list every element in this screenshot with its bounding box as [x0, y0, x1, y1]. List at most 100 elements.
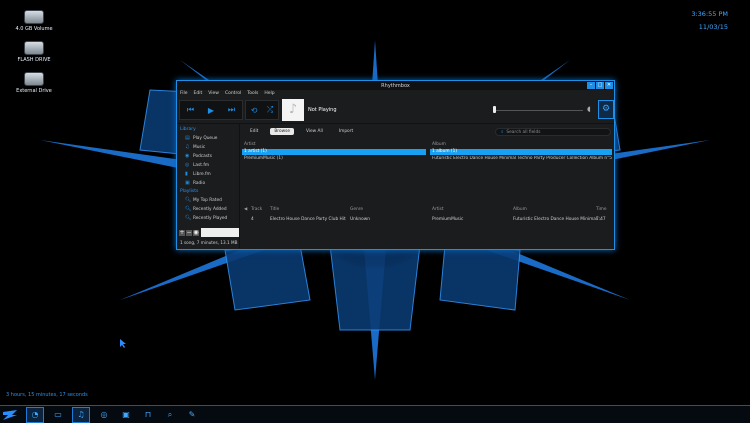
sidebar-item-librefm[interactable]: ▮ Libre.fm [185, 171, 239, 177]
sidebar-controls: + − ◉ [179, 228, 239, 237]
main-pane: Edit Browse View All Import ⌕ Search all … [240, 124, 614, 248]
col-track[interactable]: Track [251, 207, 262, 212]
sidebar: Library ▤ Play Queue ♫ Music ◉ Podcasts ◎ La… [177, 124, 240, 248]
search-placeholder: Search all fields [506, 130, 541, 135]
lastfm-icon: ◎ [185, 162, 190, 168]
artist-column-header[interactable]: Artist [244, 142, 256, 147]
taskbar: ◔ ▭ ♫ ◎ ▣ ⊓ ⌕ ✎ [0, 405, 750, 423]
window-title: Rhythmbox [381, 82, 410, 89]
artist-row[interactable]: PremiumMusic (1) [242, 156, 426, 162]
sidebar-input-area[interactable] [201, 228, 239, 237]
settings-icon[interactable]: ◎ [96, 408, 112, 422]
sidebar-item-label: Libre.fm [193, 171, 211, 177]
menu-tools[interactable]: Tools [247, 91, 258, 96]
uptime-text: 3 hours, 15 minutes, 17 seconds [6, 392, 88, 398]
search-input[interactable]: ⌕ Search all fields [495, 128, 611, 136]
lock-icon[interactable]: ⊓ [140, 408, 156, 422]
image-icon[interactable]: ▣ [118, 408, 134, 422]
menu-view[interactable]: View [208, 91, 219, 96]
sidebar-item-play-queue[interactable]: ▤ Play Queue [185, 135, 239, 141]
monitor-icon[interactable]: ▭ [50, 408, 66, 422]
gear-icon[interactable]: ⚙ [598, 100, 614, 119]
desktop-icon-label: FLASH DRIVE [17, 57, 51, 63]
slider-handle[interactable] [493, 106, 496, 113]
search-icon: ⌕ [501, 130, 504, 135]
shuffle-icon[interactable]: ⤮ [267, 105, 273, 115]
maximize-button[interactable]: □ [596, 82, 604, 89]
rhythmbox-icon[interactable]: ◔ [26, 406, 44, 423]
sidebar-item-label: Music [193, 144, 206, 150]
sidebar-item-label: Recently Added [193, 206, 227, 212]
playback-position-slider[interactable] [495, 110, 583, 111]
drive-icon [24, 10, 44, 24]
sidebar-item-top-rated[interactable]: 🔍︎ My Top Rated [185, 197, 239, 203]
menu-control[interactable]: Control [225, 91, 241, 96]
table-row[interactable]: 4 Electro House Dance Party Club Hit Unk… [240, 217, 614, 223]
queue-icon: ▤ [185, 135, 190, 141]
col-genre[interactable]: Genre [350, 207, 363, 212]
add-icon[interactable]: + [179, 229, 185, 236]
tab-view-all[interactable]: View All [302, 128, 327, 135]
sidebar-item-label: Play Queue [193, 135, 218, 141]
desktop-icon-flash-drive[interactable]: FLASH DRIVE [12, 41, 56, 63]
drive-icon [24, 41, 44, 55]
drive-icon [24, 72, 44, 86]
desktop-icon-volume[interactable]: 4.0 GB Volume [12, 10, 56, 32]
volume-icon[interactable]: ◖ [587, 105, 591, 113]
menu-help[interactable]: Help [264, 91, 274, 96]
search-icon: 🔍︎ [185, 197, 192, 203]
tab-edit[interactable]: Edit [246, 128, 262, 135]
sidebar-item-podcasts[interactable]: ◉ Podcasts [185, 153, 239, 159]
sidebar-item-recently-added[interactable]: 🔍︎ Recently Added [185, 206, 239, 212]
sidebar-item-label: My Top Rated [193, 197, 222, 203]
menu-file[interactable]: File [180, 91, 188, 96]
album-row-all[interactable]: 1 album (1) [430, 149, 612, 155]
window-controls: – □ ✕ [586, 82, 613, 89]
playlists-header: Playlists [180, 189, 199, 194]
music-icon: ♫ [185, 144, 190, 150]
sidebar-item-lastfm[interactable]: ◎ Last.fm [185, 162, 239, 168]
desktop-icon-label: External Drive [16, 88, 52, 94]
radio-icon: ▣ [185, 180, 190, 186]
repeat-icon[interactable]: ⟲ [251, 106, 258, 115]
artist-row-all[interactable]: 1 artist (1) [242, 149, 426, 155]
tab-import[interactable]: Import [335, 128, 357, 135]
mode-controls: ⟲ ⤮ [245, 100, 279, 120]
desktop-icon-external-drive[interactable]: External Drive [12, 72, 56, 94]
search-icon[interactable]: ⌕ [162, 408, 178, 422]
desktop-clock: 3:36:55 PM 11/03/15 [691, 8, 728, 34]
window-titlebar[interactable]: Rhythmbox – □ ✕ [177, 81, 614, 90]
album-column-header[interactable]: Album [432, 142, 446, 147]
sidebar-item-label: Last.fm [193, 162, 210, 168]
sidebar-item-recently-played[interactable]: 🔍︎ Recently Played [185, 215, 239, 221]
col-artist[interactable]: Artist [432, 207, 444, 212]
album-art-music-note-icon: ♪ [282, 99, 304, 121]
col-album[interactable]: Album [513, 207, 527, 212]
previous-icon[interactable]: ⏮ [187, 105, 194, 115]
close-button[interactable]: ✕ [605, 82, 613, 89]
sidebar-item-music[interactable]: ♫ Music [185, 144, 239, 150]
sidebar-item-radio[interactable]: ▣ Radio [185, 180, 239, 186]
mouse-cursor-icon [120, 339, 126, 348]
clock-date: 11/03/15 [698, 23, 728, 31]
sidebar-item-label: Podcasts [193, 153, 212, 159]
view-tabs: Edit Browse View All Import [246, 128, 365, 135]
minimize-button[interactable]: – [587, 82, 595, 89]
start-logo-icon[interactable] [2, 409, 18, 421]
play-icon[interactable]: ▶ [208, 106, 214, 115]
sidebar-item-label: Recently Played [193, 215, 228, 221]
menu-edit[interactable]: Edit [194, 91, 203, 96]
sidebar-item-label: Radio [193, 180, 206, 186]
tools-icon[interactable]: ✎ [184, 408, 200, 422]
browse-toggle-icon[interactable]: ◉ [193, 229, 199, 236]
next-icon[interactable]: ⏭ [228, 105, 235, 115]
player-toolbar: ⏮ ▶ ⏭ ⟲ ⤮ ♪ Not Playing ◖ ⚙ [177, 97, 614, 124]
cell-genre: Unknown [350, 217, 370, 222]
music-icon[interactable]: ♫ [72, 406, 90, 423]
col-title[interactable]: Title [270, 207, 279, 212]
now-playing-label: Not Playing [308, 107, 337, 113]
col-time[interactable]: Time [596, 207, 607, 212]
remove-icon[interactable]: − [186, 229, 192, 236]
tab-browse[interactable]: Browse [270, 128, 294, 135]
album-row[interactable]: Futuristic Electro Dance House Minimal T… [430, 156, 612, 162]
